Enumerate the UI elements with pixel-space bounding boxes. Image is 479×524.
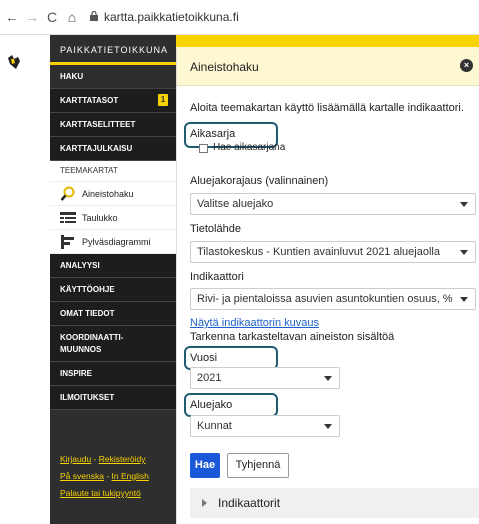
indicator-label: Indikaattori: [190, 271, 244, 283]
brand-title: PAIKKATIETOIKKUNA: [50, 35, 176, 65]
sidebar-item-label: ILMOITUKSET: [60, 393, 115, 402]
home-icon[interactable]: ⌂: [64, 9, 80, 25]
sidebar-subitem-taulukko[interactable]: Taulukko: [50, 206, 176, 230]
sidebar-item-label: KOORDINAATTI- MUUNNOS: [60, 333, 124, 354]
intro-text: Aloita teemakartan käyttö lisäämällä kar…: [190, 102, 464, 114]
indicator-description-link[interactable]: Näytä indikaattorin kuvaus: [190, 317, 319, 329]
sidebar-section-teemakartat[interactable]: TEEMAKARTAT: [50, 161, 176, 182]
accent-bar: [176, 35, 479, 47]
sidebar-item-label: OMAT TIEDOT: [60, 309, 115, 318]
forward-icon[interactable]: →: [24, 9, 40, 25]
search-icon: [60, 186, 76, 202]
chevron-down-icon: [324, 376, 332, 381]
series-checkbox[interactable]: [199, 144, 208, 153]
series-label: Aikasarja: [190, 128, 236, 140]
source-select[interactable]: Tilastokeskus - Kuntien avainluvut 2021 …: [190, 241, 476, 263]
source-label: Tietolähde: [190, 223, 241, 235]
division-select[interactable]: Kunnat: [190, 415, 340, 437]
year-select[interactable]: 2021: [190, 367, 340, 389]
chevron-down-icon: [460, 297, 468, 302]
sidebar-links: Kirjaudu - Rekisteröidy På svenska - In …: [60, 451, 176, 502]
link-separator: -: [91, 454, 99, 464]
sidebar-item-label: HAKU: [60, 72, 84, 81]
sidebar-item-koordinaattimuunnos[interactable]: KOORDINAATTI- MUUNNOS: [50, 326, 176, 362]
chevron-down-icon: [324, 424, 332, 429]
feedback-link[interactable]: Palaute tai tukipyyntö: [60, 488, 141, 498]
sidebar-item-analyysi[interactable]: ANALYYSI: [50, 254, 176, 278]
sidebar-subitem-aineistohaku[interactable]: Aineistohaku: [50, 182, 176, 206]
region-select-value: Valitse aluejako: [197, 198, 274, 210]
sidebar-subitem-label: Taulukko: [82, 212, 118, 223]
bar-chart-icon: [60, 234, 76, 250]
sidebar-subitem-label: Aineistohaku: [82, 188, 134, 199]
sidebar-item-label: KARTTAJULKAISU: [60, 144, 133, 153]
panel-header: Aineistohaku ×: [177, 47, 479, 86]
source-select-value: Tilastokeskus - Kuntien avainluvut 2021 …: [197, 246, 440, 258]
close-icon[interactable]: ×: [460, 59, 473, 72]
indicators-accordion[interactable]: Indikaattorit: [190, 488, 479, 518]
sidebar-item-haku[interactable]: HAKU: [50, 65, 176, 89]
sidebar-item-label: KARTTATASOT: [60, 96, 119, 105]
indicator-select[interactable]: Rivi- ja pientaloissa asuvien asuntokunt…: [190, 288, 476, 310]
sidebar-item-label: ANALYYSI: [60, 261, 100, 270]
sidebar-item-karttaselitteet[interactable]: KARTTASELITTEET: [50, 113, 176, 137]
address-bar[interactable]: kartta.paikkatietoikkuna.fi: [90, 10, 239, 24]
division-label: Aluejako: [190, 399, 233, 411]
app-logo-icon: [8, 55, 20, 69]
map-edge: [0, 35, 50, 524]
table-icon: [60, 210, 76, 226]
sidebar-subitem-label: Pylväsdiagrammi: [82, 236, 151, 247]
english-link[interactable]: In English: [112, 471, 149, 481]
sidebar-subitem-pylvasdiagrammi[interactable]: Pylväsdiagrammi: [50, 230, 176, 254]
sidebar-item-ilmoitukset[interactable]: ILMOITUKSET: [50, 386, 176, 410]
chevron-down-icon: [460, 202, 468, 207]
indicator-select-value: Rivi- ja pientaloissa asuvien asuntokunt…: [197, 293, 453, 305]
data-search-panel: Aineistohaku × Aloita teemakartan käyttö…: [176, 47, 479, 524]
url-text: kartta.paikkatietoikkuna.fi: [104, 10, 239, 24]
region-select[interactable]: Valitse aluejako: [190, 193, 476, 215]
series-checkbox-label: Hae aikasarjana: [213, 142, 286, 153]
layer-count-badge: 1: [158, 94, 168, 106]
sidebar: PAIKKATIETOIKKUNA HAKU KARTTATASOT 1 KART…: [50, 35, 176, 524]
indicators-accordion-label: Indikaattorit: [218, 496, 281, 510]
reload-icon[interactable]: C: [44, 9, 60, 25]
sidebar-item-karttatasot[interactable]: KARTTATASOT 1: [50, 89, 176, 113]
sidebar-item-label: INSPIRE: [60, 369, 93, 378]
register-link[interactable]: Rekisteröidy: [99, 454, 146, 464]
sidebar-item-kayttoohje[interactable]: KÄYTTÖOHJE: [50, 278, 176, 302]
chevron-right-icon: [202, 499, 207, 507]
browser-toolbar: ← → C ⌂ kartta.paikkatietoikkuna.fi: [0, 0, 479, 35]
refine-label: Tarkenna tarkasteltavan aineiston sisält…: [190, 331, 395, 343]
chevron-down-icon: [460, 250, 468, 255]
lock-icon: [90, 10, 98, 24]
login-link[interactable]: Kirjaudu: [60, 454, 91, 464]
link-separator: -: [103, 471, 112, 481]
sidebar-item-inspire[interactable]: INSPIRE: [50, 362, 176, 386]
sidebar-item-karttajulkaisu[interactable]: KARTTAJULKAISU: [50, 137, 176, 161]
division-select-value: Kunnat: [197, 420, 232, 432]
sidebar-item-label: KARTTASELITTEET: [60, 120, 136, 129]
sidebar-item-label: KÄYTTÖOHJE: [60, 285, 115, 294]
region-label: Aluejakorajaus (valinnainen): [190, 175, 329, 187]
clear-button[interactable]: Tyhjennä: [227, 453, 289, 478]
panel-title: Aineistohaku: [190, 60, 259, 74]
year-label: Vuosi: [190, 352, 218, 364]
back-icon[interactable]: ←: [4, 9, 20, 25]
year-select-value: 2021: [197, 372, 222, 384]
search-button[interactable]: Hae: [190, 453, 220, 478]
sidebar-item-omat-tiedot[interactable]: OMAT TIEDOT: [50, 302, 176, 326]
swedish-link[interactable]: På svenska: [60, 471, 104, 481]
